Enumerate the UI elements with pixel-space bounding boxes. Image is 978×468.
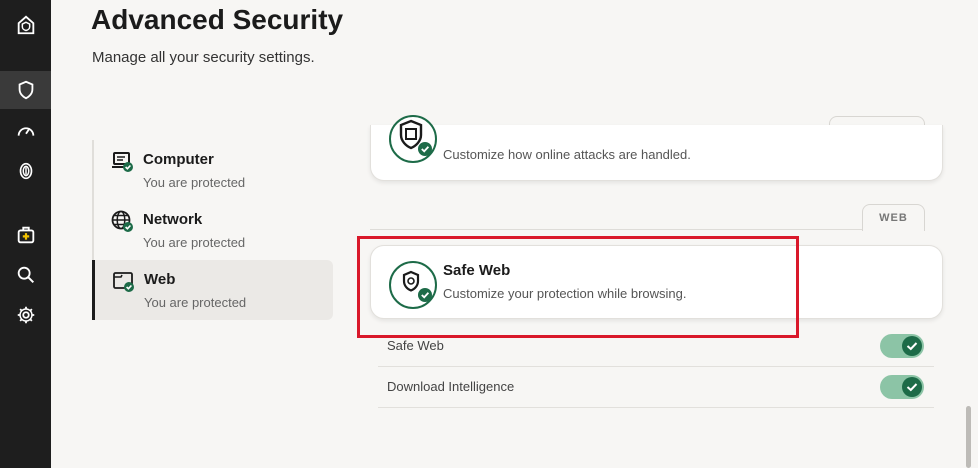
left-rail <box>0 0 51 468</box>
search-nav-button[interactable] <box>0 256 51 294</box>
attack-protection-icon <box>389 115 437 163</box>
category-status: You are protected <box>143 175 246 190</box>
home-nav-button[interactable] <box>0 6 51 44</box>
gear-icon <box>17 306 34 324</box>
web-section-tab: WEB <box>862 204 925 231</box>
home-shield-icon <box>17 15 34 35</box>
network-attack-card[interactable]: Customize how online attacks are handled… <box>370 115 943 181</box>
toggle-knob <box>902 377 922 397</box>
setting-row-download-intelligence: Download Intelligence <box>378 367 934 408</box>
performance-nav-button[interactable] <box>0 112 51 150</box>
category-name: Network <box>143 211 203 228</box>
category-web[interactable]: Web You are protected <box>92 260 333 320</box>
browser-window-icon <box>113 272 134 292</box>
web-section-divider <box>370 229 862 230</box>
network-card-description: Customize how online attacks are handled… <box>443 147 691 162</box>
setting-row-safe-web: Safe Web <box>378 326 934 367</box>
identity-nav-button[interactable] <box>0 216 51 254</box>
security-nav-button[interactable] <box>0 71 51 109</box>
download-intelligence-toggle[interactable] <box>880 375 924 399</box>
category-computer[interactable]: Computer You are protected <box>94 140 332 200</box>
medical-kit-icon <box>17 226 34 244</box>
category-list: Computer You are protected Network You a… <box>92 140 334 320</box>
search-icon <box>17 266 34 284</box>
category-status: You are protected <box>144 295 247 310</box>
highlight-box <box>357 236 799 338</box>
check-icon <box>906 342 918 351</box>
safe-web-toggle[interactable] <box>880 334 924 358</box>
toggle-knob <box>902 336 922 356</box>
category-name: Web <box>144 271 176 288</box>
globe-icon <box>111 210 133 232</box>
speedometer-icon <box>17 127 34 136</box>
page-subtitle: Manage all your security settings. <box>92 49 315 66</box>
shield-icon <box>18 80 33 100</box>
category-name: Computer <box>143 151 214 168</box>
check-icon <box>906 383 918 392</box>
setting-label: Safe Web <box>387 338 444 353</box>
privacy-nav-button[interactable] <box>0 152 51 190</box>
category-status: You are protected <box>143 235 246 250</box>
page-title: Advanced Security <box>91 4 344 35</box>
setting-label: Download Intelligence <box>387 379 515 394</box>
computer-icon <box>112 152 133 172</box>
vertical-scrollbar[interactable] <box>966 406 971 468</box>
category-network[interactable]: Network You are protected <box>94 200 332 260</box>
settings-nav-button[interactable] <box>0 296 51 334</box>
fingerprint-icon <box>19 162 32 180</box>
